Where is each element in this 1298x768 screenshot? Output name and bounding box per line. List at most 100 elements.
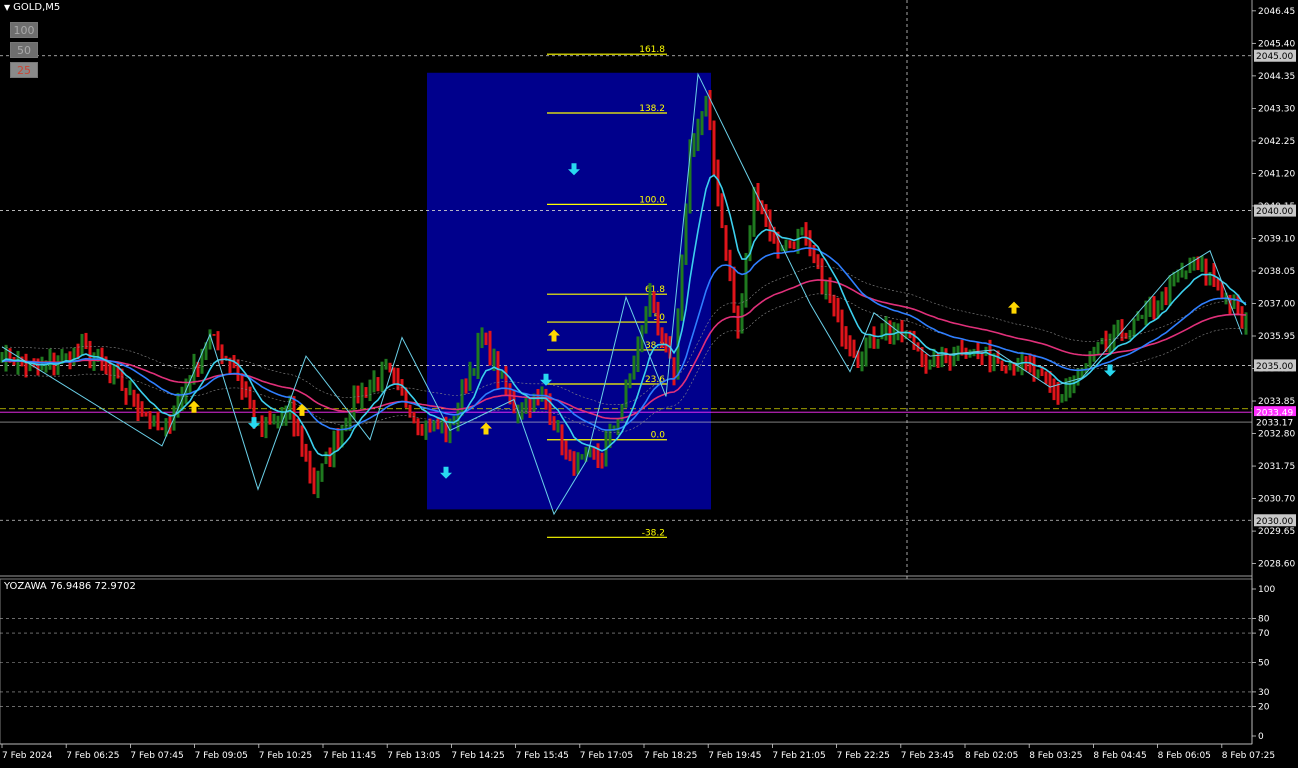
price-bar <box>332 430 336 468</box>
price-bar <box>1128 330 1132 340</box>
price-bar <box>1008 361 1012 371</box>
price-bar <box>1140 314 1144 319</box>
price-bar <box>816 254 820 270</box>
price-bar <box>328 447 332 467</box>
price-bar <box>112 364 116 385</box>
price-bar <box>852 339 856 358</box>
price-bar <box>460 379 464 416</box>
price-bar <box>84 332 88 349</box>
price-bar <box>864 337 868 367</box>
price-bar <box>1216 278 1220 291</box>
price-bar <box>740 293 744 334</box>
time-tick-label: 7 Feb 2024 <box>2 751 53 761</box>
price-bar <box>236 359 240 382</box>
period-button-25[interactable]: 25 <box>10 62 38 78</box>
oscillator-pane <box>0 578 1253 745</box>
price-bar <box>1088 351 1092 368</box>
period-button-100[interactable]: 100 <box>10 22 38 38</box>
price-tick-label: 2043.30 <box>1258 104 1295 114</box>
price-bar <box>368 379 372 402</box>
price-bar <box>560 424 564 456</box>
time-tick-label: 7 Feb 22:25 <box>837 751 890 761</box>
time-tick-label: 7 Feb 21:05 <box>772 751 825 761</box>
price-bar <box>532 393 536 412</box>
level-tag-2035: 2035.00 <box>1256 362 1293 372</box>
price-bar <box>848 335 852 357</box>
price-bar <box>424 420 428 440</box>
time-tick-label: 7 Feb 23:45 <box>901 751 954 761</box>
price-tick-label: 2035.95 <box>1258 332 1295 342</box>
level-tag-2030: 2030.00 <box>1256 517 1293 527</box>
price-bar <box>432 420 436 432</box>
time-tick-label: 8 Feb 02:05 <box>965 751 1018 761</box>
price-bar <box>1096 342 1100 355</box>
time-tick-label: 7 Feb 19:45 <box>708 751 761 761</box>
price-bar <box>16 350 20 375</box>
price-bar <box>724 225 728 261</box>
price-bar <box>860 351 864 372</box>
price-bar <box>928 359 932 370</box>
price-tick-label: 2031.75 <box>1258 462 1295 472</box>
time-tick-label: 7 Feb 13:05 <box>387 751 440 761</box>
price-bar <box>384 358 388 370</box>
price-bar <box>396 367 400 391</box>
price-bar <box>140 401 144 417</box>
price-bar <box>1192 256 1196 271</box>
price-bar <box>468 361 472 391</box>
time-tick-label: 7 Feb 10:25 <box>259 751 312 761</box>
price-bar <box>632 355 636 380</box>
price-bar <box>124 387 128 405</box>
price-bar <box>80 333 84 355</box>
fibonacci-box <box>427 72 711 510</box>
price-bar <box>752 187 756 237</box>
price-bar <box>1204 258 1208 286</box>
price-bar <box>788 240 792 249</box>
price-tick-label: 2032.80 <box>1258 430 1295 440</box>
price-bar <box>948 353 952 371</box>
period-button-50[interactable]: 50 <box>10 42 38 58</box>
price-bar <box>260 415 264 438</box>
price-bar <box>628 373 632 389</box>
price-bar <box>872 326 876 349</box>
price-bar <box>940 346 944 368</box>
price-tick-label: 2039.10 <box>1258 234 1295 244</box>
price-bar <box>480 327 484 349</box>
price-bar <box>844 326 848 350</box>
osc-tick-label: 50 <box>1258 659 1270 669</box>
price-bar <box>132 389 136 407</box>
price-bar <box>672 357 676 386</box>
price-bar <box>136 393 140 422</box>
price-bar <box>48 348 52 370</box>
time-tick-label: 7 Feb 09:05 <box>195 751 248 761</box>
price-bar <box>152 415 156 427</box>
price-bar <box>420 424 424 436</box>
price-bar <box>276 415 280 429</box>
price-bar <box>528 397 532 418</box>
fib-level-label: 138.2 <box>639 104 665 114</box>
price-bar <box>1160 291 1164 311</box>
price-bar <box>720 193 724 229</box>
price-bar <box>1132 318 1136 338</box>
osc-tick-label: 100 <box>1258 585 1275 595</box>
price-bar <box>356 385 360 404</box>
price-bar <box>572 451 576 476</box>
price-bar <box>884 315 888 341</box>
price-bar <box>376 377 380 392</box>
price-bar <box>652 291 656 313</box>
osc-tick-label: 0 <box>1258 732 1264 742</box>
price-bar <box>648 283 652 317</box>
osc-tick-label: 80 <box>1258 614 1270 624</box>
price-chart: 161.8138.2100.061.85038.223.60.0-38.2 20… <box>0 0 1298 764</box>
price-bar <box>128 380 132 396</box>
time-tick-label: 7 Feb 15:45 <box>516 751 569 761</box>
time-tick-label: 8 Feb 06:05 <box>1158 751 1211 761</box>
price-bar <box>308 450 312 484</box>
price-bar <box>316 470 320 499</box>
dropdown-triangle-icon[interactable]: ▼ <box>4 3 10 12</box>
osc-tick-label: 30 <box>1258 688 1270 698</box>
price-bar <box>148 411 152 430</box>
price-bar <box>268 410 272 425</box>
price-bar <box>704 95 708 117</box>
price-bar <box>36 358 40 376</box>
price-bar <box>212 334 216 336</box>
